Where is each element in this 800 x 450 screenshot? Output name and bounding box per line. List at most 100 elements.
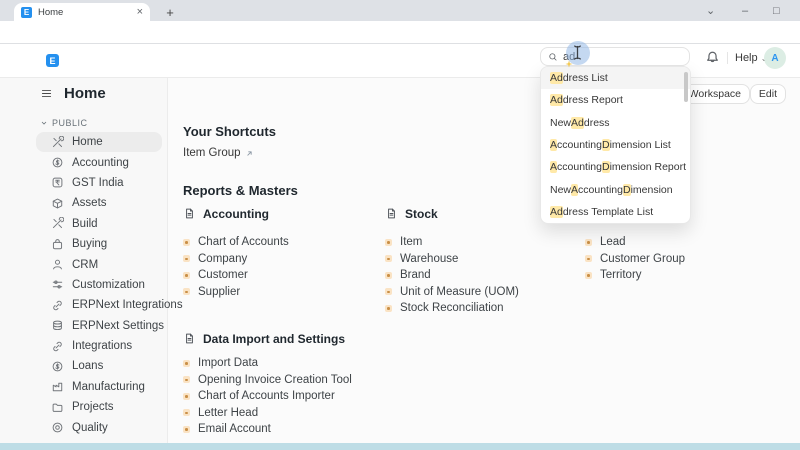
report-link-supplier[interactable]: Supplier <box>183 284 385 301</box>
report-link-email-account[interactable]: Email Account <box>183 421 352 438</box>
sidebar-item-quality[interactable]: Quality <box>36 417 162 437</box>
report-link-territory[interactable]: Territory <box>585 267 787 284</box>
dropdown-scrollbar[interactable] <box>684 72 688 102</box>
search-suggestion-new-address[interactable]: New Address <box>541 112 690 134</box>
report-link-label: Brand <box>400 269 431 281</box>
folder-icon <box>51 401 64 414</box>
bullet-icon <box>183 255 190 262</box>
bullet-icon <box>385 239 392 246</box>
file-icon <box>183 332 196 345</box>
report-link-company[interactable]: Company <box>183 251 385 268</box>
matched-text: D <box>623 184 631 196</box>
report-link-item[interactable]: Item <box>385 234 585 251</box>
user-avatar[interactable]: A <box>764 47 786 69</box>
page-title: Home <box>64 85 106 102</box>
search-suggestion-address-list[interactable]: Address List <box>541 67 690 89</box>
suggestion-text: dress <box>584 117 610 129</box>
data-import-section: Data Import and Settings Import Data Open… <box>183 330 352 438</box>
edit-button[interactable]: Edit <box>750 84 786 104</box>
sidebar-item-erpnext-settings[interactable]: ERPNext Settings <box>36 316 162 336</box>
search-suggestion-address-report[interactable]: Address Report <box>541 89 690 111</box>
sidebar-item-label: Build <box>72 218 98 230</box>
shortcut-item-group[interactable]: Item Group <box>183 147 254 159</box>
global-search-input[interactable]: ad <box>540 47 690 66</box>
report-link-opening-invoice-creation-tool[interactable]: Opening Invoice Creation Tool <box>183 372 352 389</box>
window-menu-icon[interactable]: ⌄ <box>706 0 715 21</box>
sidebar-item-crm[interactable]: CRM <box>36 254 162 274</box>
report-link-lead[interactable]: Lead <box>585 234 787 251</box>
report-link-chart-of-accounts-importer[interactable]: Chart of Accounts Importer <box>183 388 352 405</box>
report-link-label: Warehouse <box>400 253 458 265</box>
window-minimize-icon[interactable]: – <box>742 0 748 21</box>
window-maximize-icon[interactable]: □ <box>773 0 780 21</box>
search-suggestion-accounting-dimension-list[interactable]: Accounting Dimension List <box>541 134 690 156</box>
file-icon <box>183 207 196 220</box>
matched-text: Ad <box>550 94 563 106</box>
tab-title: Home <box>38 7 131 18</box>
browser-tab-bar: E Home × + ⌄ – □ <box>0 0 800 21</box>
sidebar-divider <box>167 78 168 443</box>
bullet-icon <box>385 272 392 279</box>
report-link-warehouse[interactable]: Warehouse <box>385 251 585 268</box>
sidebar-item-manufacturing[interactable]: Manufacturing <box>36 377 162 397</box>
report-link-label: Item <box>400 236 422 248</box>
report-link-chart-of-accounts[interactable]: Chart of Accounts <box>183 234 385 251</box>
bullet-icon <box>183 376 190 383</box>
search-suggestion-accounting-dimension-report[interactable]: Accounting Dimension Report <box>541 156 690 178</box>
sidebar-item-erpnext-integrations[interactable]: ERPNext Integrations <box>36 295 162 315</box>
sidebar-item-accounting[interactable]: Accounting <box>36 152 162 172</box>
suggestion-text: imension Report <box>610 161 686 173</box>
sidebar-item-projects[interactable]: Projects <box>36 397 162 417</box>
bullet-icon <box>183 360 190 367</box>
search-suggestion-address-template-list[interactable]: Address Template List <box>541 201 690 223</box>
report-link-label: Lead <box>600 236 626 248</box>
badge-icon <box>51 421 64 434</box>
report-link-label: Chart of Accounts Importer <box>198 390 335 402</box>
matched-text: Ad <box>571 117 584 129</box>
sidebar-item-gst-india[interactable]: GST India <box>36 173 162 193</box>
tab-close-icon[interactable]: × <box>137 7 143 18</box>
sidebar-item-label: CRM <box>72 259 98 271</box>
text-cursor-icon <box>572 44 583 61</box>
report-link-label: Letter Head <box>198 407 258 419</box>
sidebar-item-customization[interactable]: Customization <box>36 275 162 295</box>
erpnext-logo[interactable]: E <box>46 54 59 67</box>
bullet-icon <box>183 393 190 400</box>
sidebar-item-home[interactable]: Home <box>36 132 162 152</box>
click-sparkle-icon <box>565 60 573 68</box>
sidebar-item-assets[interactable]: Assets <box>36 193 162 213</box>
sidebar-item-label: ERPNext Integrations <box>72 299 183 311</box>
report-link-customer[interactable]: Customer <box>183 267 385 284</box>
new-tab-button[interactable]: + <box>160 3 180 21</box>
suggestion-text: dress Report <box>563 94 623 106</box>
report-link-customer-group[interactable]: Customer Group <box>585 251 787 268</box>
matched-text: A <box>550 161 557 173</box>
report-link-label: Opening Invoice Creation Tool <box>198 374 352 386</box>
sidebar-item-loans[interactable]: Loans <box>36 356 162 376</box>
sidebar-section-public[interactable]: PUBLIC <box>40 118 88 128</box>
browser-address-bar: ← → ↻ demo.finbyz.com/app/home ☆ <box>0 21 800 44</box>
report-link-label: Company <box>198 253 247 265</box>
matched-text: Ad <box>550 72 563 84</box>
search-suggestion-new-accounting-dimension[interactable]: New Accounting Dimension <box>541 178 690 200</box>
bullet-icon <box>385 255 392 262</box>
matched-text: Ad <box>550 206 563 218</box>
data-import-heading: Data Import and Settings <box>203 332 345 346</box>
sidebar-item-build[interactable]: Build <box>36 214 162 234</box>
suggestion-text: imension <box>631 184 673 196</box>
header-divider <box>727 52 728 64</box>
matched-text: D <box>602 161 610 173</box>
sidebar-toggle-icon[interactable] <box>40 88 53 99</box>
report-link-unit-of-measure-uom[interactable]: Unit of Measure (UOM) <box>385 284 585 301</box>
report-link-letter-head[interactable]: Letter Head <box>183 405 352 422</box>
notification-bell-icon[interactable] <box>705 50 720 65</box>
matched-text: A <box>550 139 557 151</box>
sidebar-item-integrations[interactable]: Integrations <box>36 336 162 356</box>
help-menu[interactable]: Help ⌄ <box>735 52 767 64</box>
browser-tab-home[interactable]: E Home × <box>14 3 150 21</box>
report-link-brand[interactable]: Brand <box>385 267 585 284</box>
sidebar-item-buying[interactable]: Buying <box>36 234 162 254</box>
report-link-stock-reconciliation[interactable]: Stock Reconciliation <box>385 300 585 317</box>
report-link-import-data[interactable]: Import Data <box>183 355 352 372</box>
bottom-strip <box>0 443 800 450</box>
